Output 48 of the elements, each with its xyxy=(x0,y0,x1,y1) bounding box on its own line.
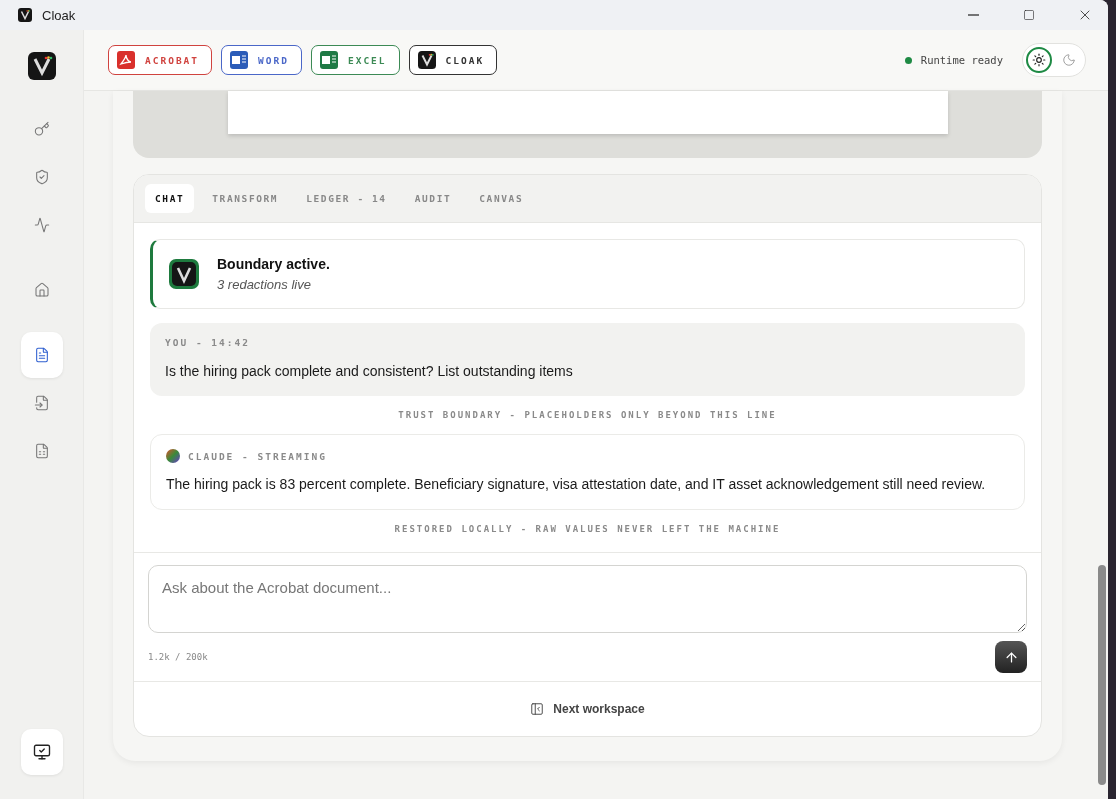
message-meta: YOU - 14:42 xyxy=(165,337,251,348)
scrollbar-thumb[interactable] xyxy=(1098,565,1106,785)
app-tab[interactable]: EXCEL xyxy=(310,45,400,75)
pulse-icon xyxy=(33,217,50,233)
monitor-check-icon xyxy=(32,743,51,761)
send-button[interactable] xyxy=(995,641,1027,673)
window-title: Cloak xyxy=(42,7,77,23)
file-import-icon xyxy=(33,395,50,411)
message-input[interactable]: Ask about the Acrobat document... xyxy=(148,565,1027,633)
next-workspace-button[interactable]: Next workspace xyxy=(526,698,649,720)
logo-icon xyxy=(27,52,56,80)
app-icon xyxy=(18,8,32,22)
banner-subtitle: 3 redactions live xyxy=(217,277,312,292)
logo-icon xyxy=(417,51,436,69)
sidebar-item[interactable] xyxy=(20,332,63,378)
tab[interactable]: AUDIT xyxy=(404,184,462,213)
spreadsheet-icon xyxy=(33,443,50,459)
sun-icon xyxy=(1032,53,1046,67)
light-mode-button[interactable] xyxy=(1026,47,1052,73)
panel-icon xyxy=(530,702,545,716)
status-label: Runtime ready xyxy=(920,54,1003,66)
home-icon xyxy=(33,282,50,298)
app-tab[interactable]: CLOAK xyxy=(408,45,498,75)
document-icon xyxy=(33,347,50,363)
maximize-icon xyxy=(1023,9,1035,21)
message-text: The hiring pack is 83 percent complete. Beneficiary signature, visa attestation date, and IT asset acknowledgement still need review. xyxy=(166,476,987,492)
logo-icon xyxy=(169,259,199,289)
display-button[interactable] xyxy=(20,729,63,775)
spreadsheet-app-icon xyxy=(319,51,338,69)
avatar-icon xyxy=(166,449,180,463)
app-tab[interactable]: ACROBAT xyxy=(108,45,213,75)
pdf-icon xyxy=(117,51,135,69)
tab[interactable]: LEDGER - 14 xyxy=(296,184,397,213)
tab[interactable]: CHAT xyxy=(145,184,195,213)
tab[interactable]: CANVAS xyxy=(469,184,534,213)
moon-icon xyxy=(1062,53,1076,67)
key-icon xyxy=(33,121,50,137)
token-counter: 1.2k / 200k xyxy=(148,652,208,662)
word-doc-icon xyxy=(230,51,249,69)
minimize-icon xyxy=(967,14,979,16)
message-text: Is the hiring pack complete and consistent? List outstanding items xyxy=(165,363,574,379)
tab[interactable]: TRANSFORM xyxy=(202,184,289,213)
boundary-note: TRUST BOUNDARY - PLACEHOLDERS ONLY BEYOND THIS LINE xyxy=(397,410,778,420)
shield-check-icon xyxy=(33,169,50,185)
message-meta: CLAUDE - STREAMING xyxy=(188,450,327,462)
banner-title: Boundary active. xyxy=(217,256,330,272)
app-tab[interactable]: WORD xyxy=(221,45,302,75)
boundary-note: RESTORED LOCALLY - RAW VALUES NEVER LEFT THE MACHINE xyxy=(393,524,782,534)
